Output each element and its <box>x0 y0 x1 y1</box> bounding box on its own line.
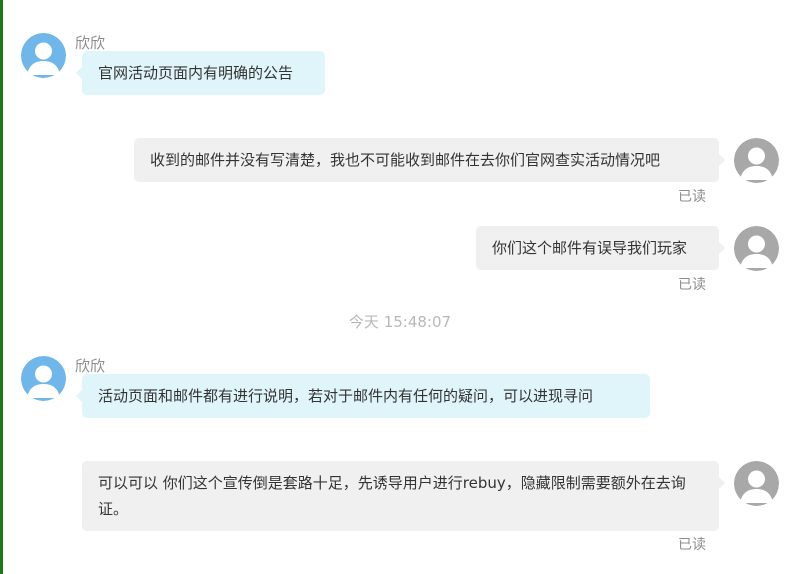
read-status: 已读 <box>678 537 706 553</box>
message-text: 收到的邮件并没有写清楚，我也不可能收到邮件在去你们官网查实活动情况吧 <box>150 151 661 169</box>
outgoing-message-bubble[interactable]: 你们这个邮件有误导我们玩家 <box>476 226 725 270</box>
user-avatar-icon <box>734 461 779 506</box>
sender-avatar[interactable] <box>21 33 66 78</box>
sender-name: 欣欣 <box>75 34 106 52</box>
message-text: 可以可以 你们这个宣传倒是套路十足，先诱导用户进行rebuy，隐藏限制需要额外在… <box>98 474 686 518</box>
read-status: 已读 <box>678 189 706 205</box>
my-avatar[interactable] <box>734 138 779 183</box>
incoming-message-bubble[interactable]: 活动页面和邮件都有进行说明，若对于邮件内有任何的疑问，可以进现寻问 <box>76 374 650 418</box>
timestamp-divider: 今天 15:48:07 <box>348 313 452 331</box>
user-avatar-icon <box>734 138 779 183</box>
read-status: 已读 <box>678 277 706 293</box>
my-avatar[interactable] <box>734 226 779 271</box>
sender-name: 欣欣 <box>75 357 106 375</box>
user-avatar-icon <box>734 226 779 271</box>
outgoing-message-bubble[interactable]: 收到的邮件并没有写清楚，我也不可能收到邮件在去你们官网查实活动情况吧 <box>134 138 725 182</box>
my-avatar[interactable] <box>734 461 779 506</box>
message-text: 官网活动页面内有明确的公告 <box>98 64 294 82</box>
message-text: 你们这个邮件有误导我们玩家 <box>492 239 688 257</box>
user-avatar-icon <box>21 356 66 401</box>
left-border-rule <box>0 0 3 574</box>
sender-avatar[interactable] <box>21 356 66 401</box>
message-text: 活动页面和邮件都有进行说明，若对于邮件内有任何的疑问，可以进现寻问 <box>98 387 594 405</box>
incoming-message-bubble[interactable]: 官网活动页面内有明确的公告 <box>76 51 325 95</box>
user-avatar-icon <box>21 33 66 78</box>
outgoing-message-bubble[interactable]: 可以可以 你们这个宣传倒是套路十足，先诱导用户进行rebuy，隐藏限制需要额外在… <box>82 461 725 531</box>
